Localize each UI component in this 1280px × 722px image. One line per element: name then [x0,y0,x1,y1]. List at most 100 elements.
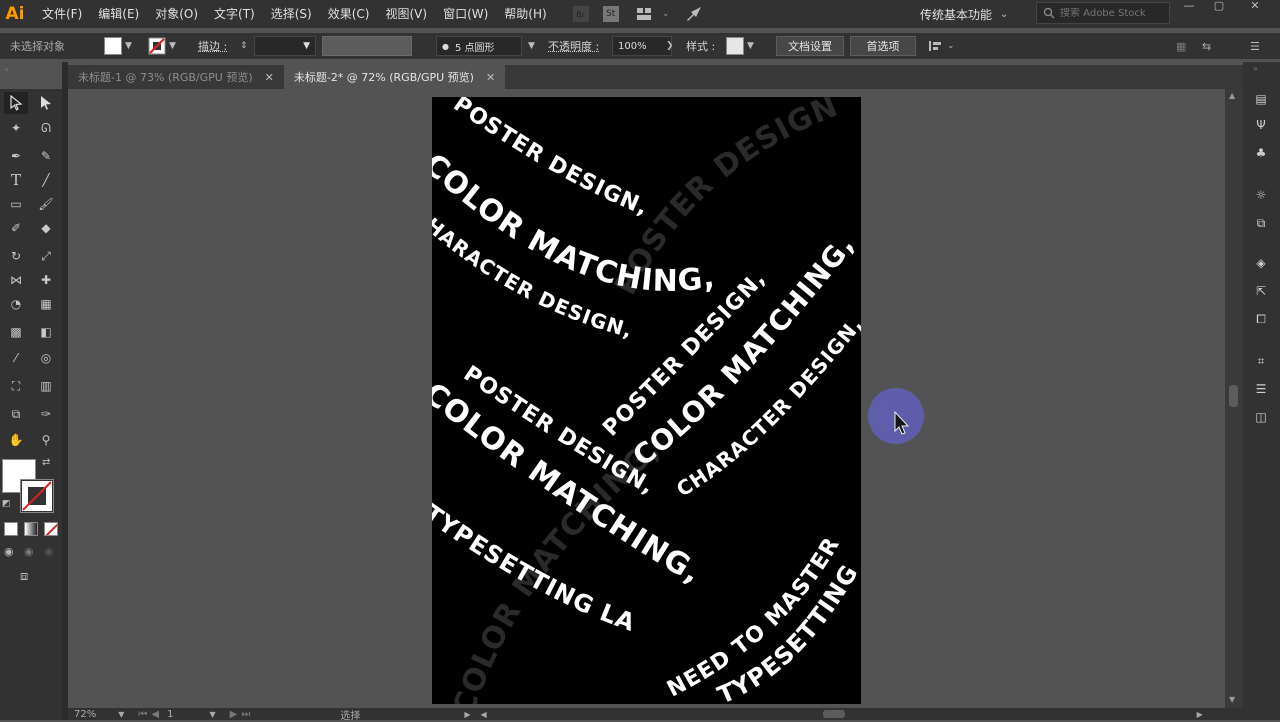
stock-search[interactable] [1036,2,1170,24]
none-mode-icon[interactable] [44,522,58,536]
draw-inside-icon[interactable]: ◉ [44,545,54,558]
puppet-warp-tool-icon[interactable]: ✚ [34,269,58,291]
line-tool-icon[interactable]: ╱ [34,169,58,191]
eyedropper-tool-icon[interactable]: ⁄ [4,347,28,369]
stroke-color-box[interactable] [20,479,54,513]
zoom-level[interactable]: 72% [74,709,96,720]
perspective-grid-tool-icon[interactable]: ▦ [34,293,58,315]
screen-mode-icon[interactable]: ⧈ [20,569,28,584]
scroll-down-icon[interactable]: ▼ [1229,695,1235,704]
control-menu-icon[interactable]: ☰ [1250,40,1260,53]
lasso-tool-icon[interactable]: ᘏ [34,117,58,139]
symbol-sprayer-tool-icon[interactable]: ⛶ [4,375,28,397]
artboard-number[interactable]: 1 [167,709,173,720]
arrange-documents-icon[interactable] [633,3,655,25]
brush-definition[interactable]: ● 5 点圆形 [436,36,522,56]
collapse-icon[interactable]: « [0,65,62,74]
rectangle-tool-icon[interactable]: ▭ [4,193,28,215]
curvature-tool-icon[interactable]: ✎ [34,145,58,167]
maximize-button[interactable]: ▢ [1204,0,1234,14]
stock-search-input[interactable] [1060,7,1160,19]
zoom-tool-icon[interactable]: ⚲ [34,429,58,451]
artboards-icon[interactable]: ⧠ [1251,309,1271,329]
close-icon[interactable]: ✕ [265,71,274,84]
graphic-styles-icon[interactable]: ⧉ [1251,213,1271,233]
panel-options-icon[interactable]: ⇆ [1202,40,1211,53]
chevron-down-icon[interactable]: ▼ [118,710,124,719]
collapse-icon[interactable]: » [1253,64,1258,73]
arrange-icon[interactable]: ▦ [1176,40,1186,53]
shape-builder-tool-icon[interactable]: ◔ [4,293,28,315]
stroke-weight-field[interactable]: ▼ [254,36,316,56]
slice-tool-icon[interactable]: ✑ [34,403,58,425]
symbols-icon[interactable]: ♣ [1251,143,1271,163]
workspace-switcher[interactable]: 传统基本功能 ⌄ [920,3,1008,25]
align-options-icon[interactable]: ⌄ [928,39,955,53]
chevron-right-icon[interactable]: ❯ [666,41,674,51]
bridge-icon[interactable]: Br [572,6,589,22]
variable-width-profile[interactable] [322,36,412,56]
export-icon[interactable]: ⇱ [1251,281,1271,301]
color-mode-icon[interactable] [4,522,18,536]
canvas-area[interactable]: COLOR MATCHING, POSTER DESIGN, COLOR MAT… [68,89,1225,708]
gradient-tool-icon[interactable]: ◧ [34,321,58,343]
tab-document-2[interactable]: 未标题-2* @ 72% (RGB/GPU 预览) ✕ [283,65,506,89]
brushes-icon[interactable]: Ψ [1251,115,1271,135]
stroke-stepper[interactable]: ⇕ [240,41,248,51]
type-tool-icon[interactable]: T [4,169,28,191]
menu-help[interactable]: 帮助(H) [496,0,554,28]
minimize-button[interactable]: — [1174,0,1204,14]
opacity-label[interactable]: 不透明度 : [548,38,599,54]
artboard-tool-icon[interactable]: ⧉ [4,403,28,425]
swap-colors-icon[interactable]: ⇄ [42,457,50,468]
menu-view[interactable]: 视图(V) [377,0,435,28]
menu-file[interactable]: 文件(F) [34,0,90,28]
width-tool-icon[interactable]: ⋈ [4,269,28,291]
menu-effect[interactable]: 效果(C) [320,0,378,28]
scale-tool-icon[interactable]: ⤢ [34,245,58,267]
gpu-performance-icon[interactable] [683,3,705,25]
shaper-tool-icon[interactable]: ✐ [4,217,28,239]
last-artboard-icon[interactable]: ⏭ [241,709,250,720]
align-icon[interactable]: ☰ [1251,379,1271,399]
selection-tool-icon[interactable] [4,92,28,114]
transform-icon[interactable]: ⌗ [1251,351,1271,371]
stroke-swatch[interactable]: ▼ [148,37,176,55]
previous-artboard-icon[interactable]: ◀ [151,709,159,720]
scroll-up-icon[interactable]: ▲ [1229,91,1235,100]
menu-select[interactable]: 选择(S) [263,0,320,28]
hand-tool-icon[interactable]: ✋ [4,429,28,451]
document-setup-button[interactable]: 文档设置 [776,36,844,56]
horizontal-scroll-thumb[interactable] [822,710,845,718]
menu-object[interactable]: 对象(O) [147,0,206,28]
column-graph-tool-icon[interactable]: ▥ [34,375,58,397]
default-colors-icon[interactable]: ◩ [2,499,11,509]
close-window-button[interactable]: ✕ [1240,0,1270,14]
opacity-field[interactable]: 100% [612,36,672,56]
chevron-down-icon[interactable]: ▼ [528,41,535,51]
chevron-down-icon[interactable]: ⌄ [655,3,677,25]
eraser-tool-icon[interactable]: ◆ [34,217,58,239]
stock-icon[interactable]: St [602,6,619,22]
style-swatch[interactable]: ▼ [726,37,754,55]
magic-wand-tool-icon[interactable]: ✦ [4,117,28,139]
menu-edit[interactable]: 编辑(E) [90,0,147,28]
next-artboard-icon[interactable]: ▶ [230,709,238,720]
menu-window[interactable]: 窗口(W) [435,0,496,28]
close-icon[interactable]: ✕ [486,71,495,84]
blend-tool-icon[interactable]: ◎ [34,347,58,369]
vertical-scrollbar[interactable]: ▲ ▼ [1225,89,1243,708]
properties-icon[interactable]: ▤ [1251,89,1271,109]
gradient-mode-icon[interactable] [24,522,38,536]
appearance-icon[interactable]: ☼ [1251,185,1271,205]
draw-normal-icon[interactable]: ◉ [4,545,14,558]
tab-document-1[interactable]: 未标题-1 @ 73% (RGB/GPU 预览) ✕ [68,65,284,89]
scroll-left-icon[interactable]: ◀ [480,710,486,719]
fill-swatch[interactable]: ▼ [104,37,132,55]
mesh-tool-icon[interactable]: ▩ [4,321,28,343]
scroll-right-icon[interactable]: ▶ [1197,710,1203,719]
pathfinder-icon[interactable]: ◫ [1251,407,1271,427]
layers-icon[interactable]: ◈ [1251,253,1271,273]
rotate-tool-icon[interactable]: ↻ [4,245,28,267]
direct-selection-tool-icon[interactable] [34,92,58,114]
